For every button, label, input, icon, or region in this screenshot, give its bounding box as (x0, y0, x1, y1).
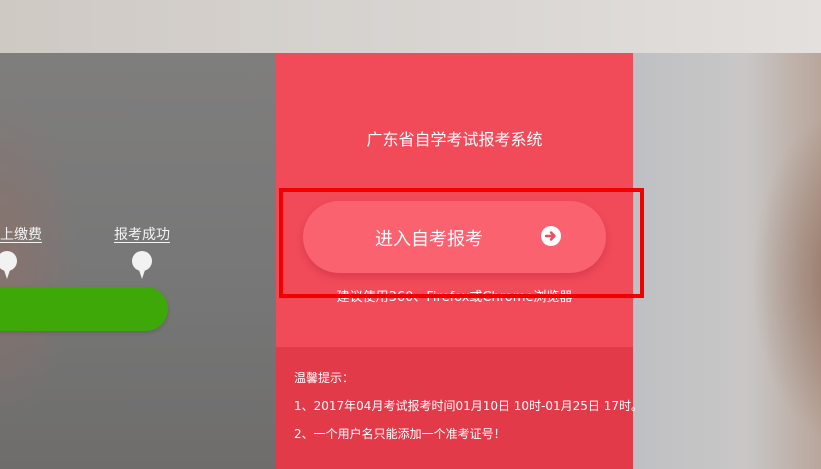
tips-section: 温馨提示： 1、2017年04月考试报考时间01月10日 10时-01月25日 … (276, 347, 643, 469)
system-title: 广东省自学考试报考系统 (366, 130, 543, 149)
background-top (0, 0, 821, 53)
location-pin-icon (132, 251, 152, 279)
step-success-link[interactable]: 报考成功 (114, 224, 170, 244)
progress-bar (0, 287, 168, 331)
step-payment-link[interactable]: 上缴费 (0, 224, 42, 244)
tip-item: 2、一个用户名只能添加一个准考证号！ (294, 427, 506, 441)
background-right (633, 53, 821, 469)
highlight-annotation-box (279, 188, 644, 298)
tips-title: 温馨提示： (294, 371, 355, 385)
tip-item: 1、2017年04月考试报考时间01月10日 10时-01月25日 17时。 (294, 399, 644, 413)
